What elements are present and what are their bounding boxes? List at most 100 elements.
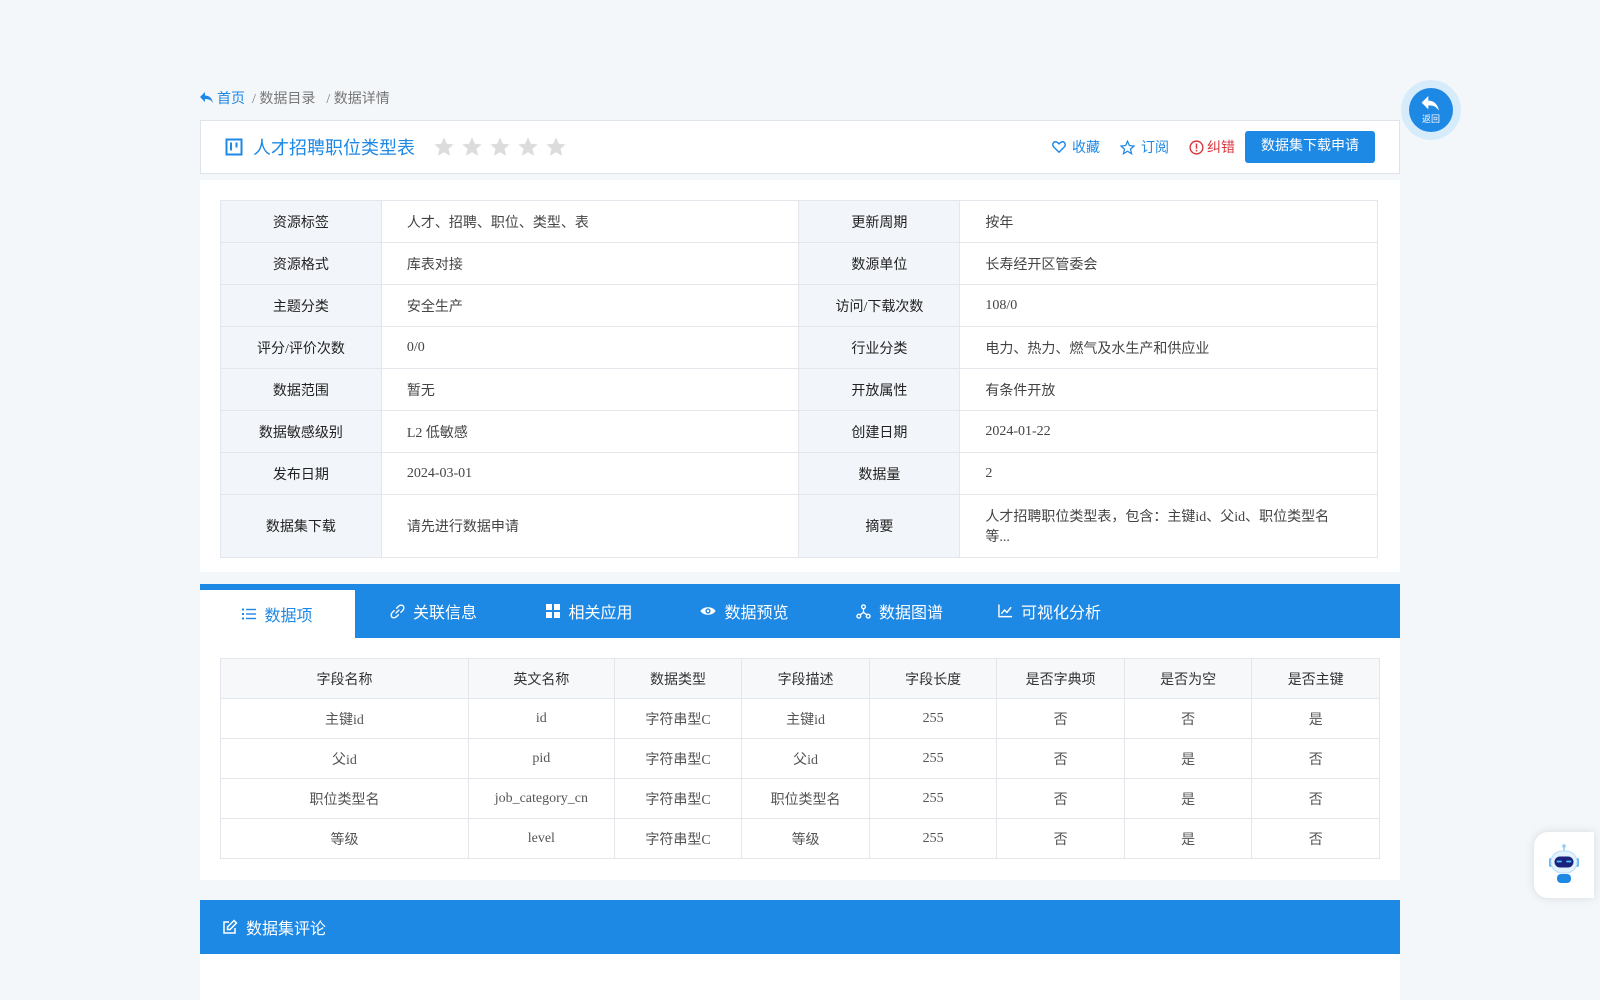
floating-back-button[interactable]: 返回: [1401, 80, 1461, 140]
info-value: 按年: [959, 200, 1378, 243]
data-items-panel: 字段名称 英文名称 数据类型 字段描述 字段长度 是否字典项 是否为空 是否主键 主键id id…: [200, 638, 1400, 880]
dataset-info-panel: 资源标签 人才、招聘、职位、类型、表 更新周期 按年 资源格式 库表对接 数源单位 长寿经开区…: [200, 180, 1400, 572]
table-cell: 255: [868, 818, 998, 859]
table-cell: 字符串型C: [613, 778, 743, 819]
column-header: 字段描述: [741, 658, 870, 699]
table-cell: 否: [996, 698, 1125, 739]
table-row: 等级 level 字符串型C 等级 255 否是否: [220, 818, 1380, 859]
info-value: 库表对接: [380, 242, 800, 285]
table-cell: 等级: [220, 818, 469, 859]
info-value: 2024-03-01: [380, 452, 800, 495]
star-icon[interactable]: [517, 136, 539, 158]
info-label: 访问/下载次数: [798, 284, 961, 327]
table-cell: job_category_cn: [467, 778, 615, 819]
title-actions: 收藏 订阅 纠错 数据集下载申请: [1032, 131, 1375, 163]
column-header: 是否为空: [1123, 658, 1253, 699]
table-row: 主键id id 字符串型C 主键id 255 否否是: [220, 698, 1380, 739]
table-cell: 否: [1123, 698, 1253, 739]
table-cell: 是: [1251, 698, 1380, 739]
tab-related-info[interactable]: 关联信息: [355, 584, 512, 638]
info-row: 数据敏感级别 L2 低敏感 创建日期 2024-01-22: [220, 410, 1378, 453]
info-row: 发布日期 2024-03-01 数据量 2: [220, 452, 1378, 495]
table-cell: 等级: [741, 818, 870, 859]
breadcrumb-home[interactable]: 首页: [200, 88, 245, 108]
table-cell: 字符串型C: [613, 698, 743, 739]
favorite-button[interactable]: 收藏: [1052, 137, 1100, 157]
table-cell: 是: [1123, 778, 1253, 819]
tab-data-preview[interactable]: 数据预览: [667, 584, 822, 638]
apps-grid-icon: [546, 604, 561, 618]
star-icon[interactable]: [545, 136, 567, 158]
info-row: 资源格式 库表对接 数源单位 长寿经开区管委会: [220, 242, 1378, 285]
dataset-board-icon: [225, 138, 243, 156]
breadcrumb: 首页 / 数据目录 / 数据详情: [200, 88, 394, 108]
link-icon: [390, 604, 405, 618]
info-label: 资源格式: [220, 242, 382, 285]
info-label: 数源单位: [798, 242, 961, 285]
column-header: 是否字典项: [996, 658, 1125, 699]
table-cell: 职位类型名: [220, 778, 469, 819]
info-label: 摘要: [798, 494, 961, 558]
robot-icon: [1549, 844, 1579, 883]
info-row: 数据集下载 请先进行数据申请 摘要 人才招聘职位类型表，包含：主键id、父id、职位类…: [220, 494, 1378, 558]
info-value: 暂无: [380, 368, 800, 411]
table-row: 职位类型名 job_category_cn 字符串型C 职位类型名 255 否是否: [220, 778, 1380, 819]
back-button-inner[interactable]: 返回: [1409, 88, 1453, 132]
table-cell: 是: [1123, 738, 1253, 779]
eye-icon: [700, 607, 716, 615]
table-cell: pid: [467, 738, 615, 779]
tab-related-apps[interactable]: 相关应用: [512, 584, 667, 638]
info-label: 创建日期: [798, 410, 961, 453]
table-cell: 255: [868, 778, 998, 819]
info-value: L2 低敏感: [380, 410, 800, 453]
heart-icon: [1052, 141, 1066, 154]
tab-visual-analysis[interactable]: 可视化分析: [977, 584, 1122, 638]
table-cell: 字符串型C: [613, 818, 743, 859]
column-header: 数据类型: [613, 658, 743, 699]
tab-data-items[interactable]: 数据项: [200, 584, 355, 638]
rating-stars[interactable]: [433, 136, 567, 158]
dataset-title-bar: 人才招聘职位类型表 收藏 订阅 纠错 数据集下载申请: [200, 120, 1400, 174]
line-chart-icon: [998, 604, 1013, 618]
table-row: 父id pid 字符串型C 父id 255 否是否: [220, 738, 1380, 779]
info-row: 主题分类 安全生产 访问/下载次数 108/0: [220, 284, 1378, 327]
info-value: 0/0: [380, 326, 800, 369]
info-value: 2: [959, 452, 1378, 495]
table-cell: 否: [1251, 778, 1380, 819]
reply-arrow-icon: [1421, 95, 1439, 111]
table-cell: 职位类型名: [741, 778, 870, 819]
table-cell: 否: [996, 778, 1125, 819]
info-value: 108/0: [959, 284, 1378, 327]
breadcrumb-catalog[interactable]: / 数据目录: [252, 88, 315, 108]
reply-arrow-icon: [200, 92, 213, 103]
table-cell: 否: [996, 818, 1125, 859]
comments-header: 数据集评论: [200, 900, 1400, 954]
report-error-button[interactable]: 纠错: [1189, 137, 1235, 157]
comments-body: [200, 954, 1400, 1000]
star-outline-icon: [1120, 139, 1135, 155]
dataset-info-table: 资源标签 人才、招聘、职位、类型、表 更新周期 按年 资源格式 库表对接 数源单位 长寿经开区…: [220, 200, 1378, 558]
table-cell: 是: [1123, 818, 1253, 859]
assistant-robot-button[interactable]: [1534, 832, 1594, 898]
info-value: 请先进行数据申请: [380, 494, 800, 558]
star-icon[interactable]: [461, 136, 483, 158]
info-label: 发布日期: [220, 452, 382, 495]
info-value: 长寿经开区管委会: [959, 242, 1378, 285]
table-cell: level: [467, 818, 615, 859]
star-icon[interactable]: [433, 136, 455, 158]
table-cell: 主键id: [741, 698, 870, 739]
info-row: 评分/评价次数 0/0 行业分类 电力、热力、燃气及水生产和供应业: [220, 326, 1378, 369]
tab-data-graph[interactable]: 数据图谱: [822, 584, 977, 638]
info-label: 资源标签: [220, 200, 382, 243]
apply-download-button[interactable]: 数据集下载申请: [1245, 131, 1375, 163]
column-header: 是否主键: [1251, 658, 1380, 699]
info-label: 评分/评价次数: [220, 326, 382, 369]
star-icon[interactable]: [489, 136, 511, 158]
info-value: 人才招聘职位类型表，包含：主键id、父id、职位类型名等...: [959, 494, 1378, 558]
detail-tabs: 数据项 关联信息 相关应用 数据预览 数据图谱 可视化分析: [200, 584, 1400, 638]
graph-icon: [856, 603, 871, 619]
list-icon: [242, 608, 257, 620]
table-cell: id: [467, 698, 615, 739]
page-title: 人才招聘职位类型表: [253, 138, 415, 158]
subscribe-button[interactable]: 订阅: [1120, 137, 1169, 157]
